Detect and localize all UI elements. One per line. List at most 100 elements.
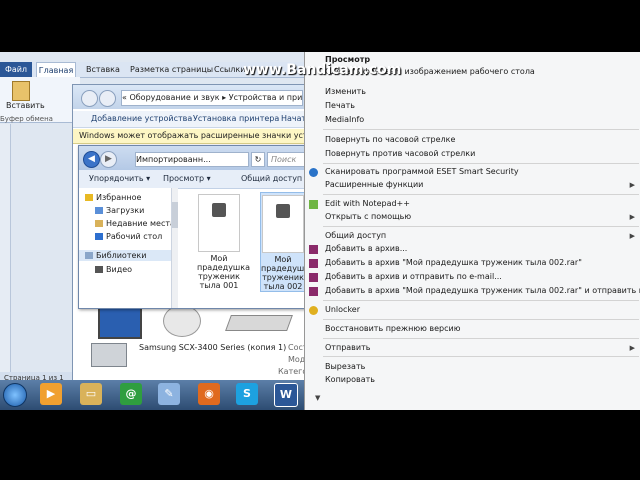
start-button[interactable] bbox=[3, 383, 27, 407]
add-device-button[interactable]: Добавление устройства bbox=[91, 113, 192, 125]
cp-toolbar: Добавление устройства Установка принтера… bbox=[73, 111, 306, 128]
menu-item-eset-scan[interactable]: Сканировать программой ESET Smart Securi… bbox=[325, 166, 519, 178]
forward-arrow-icon[interactable]: ▶ bbox=[100, 151, 117, 168]
submenu-arrow-icon: ▶ bbox=[629, 213, 635, 221]
photo-thumbnail bbox=[262, 195, 304, 253]
taskbar: ▶ ▭ @ ✎ ◉ S W bbox=[0, 380, 304, 410]
menu-item-send-to[interactable]: Отправить bbox=[325, 342, 370, 354]
nav-label: Рабочий стол bbox=[106, 232, 163, 241]
media-player-icon[interactable]: ▶ bbox=[40, 383, 62, 405]
share-button[interactable]: Общий доступ ▾ bbox=[241, 173, 309, 185]
tab-insert[interactable]: Вставка bbox=[86, 62, 120, 77]
explorer-address-bar[interactable]: Импортированн... bbox=[135, 152, 249, 167]
menu-item-unlocker[interactable]: Unlocker bbox=[325, 304, 360, 316]
menu-separator bbox=[323, 356, 639, 357]
cp-back-button[interactable] bbox=[81, 90, 98, 107]
nav-item-libraries[interactable]: Библиотеки bbox=[79, 250, 175, 261]
word-ribbon: Вставить Буфер обмена bbox=[0, 77, 80, 123]
winrar-icon bbox=[309, 259, 318, 268]
notepadpp-icon bbox=[309, 200, 318, 209]
preview-button[interactable]: Просмотр ▾ bbox=[163, 173, 211, 185]
menu-item-copy[interactable]: Копировать bbox=[325, 374, 375, 386]
menu-item-add-archive[interactable]: Добавить в архив... bbox=[325, 243, 407, 255]
winrar-icon bbox=[309, 273, 318, 282]
file-item[interactable]: Мой прадедушка труженик тыла 001 bbox=[197, 192, 250, 290]
menu-separator bbox=[323, 338, 639, 339]
tab-home[interactable]: Главная bbox=[36, 62, 76, 78]
menu-separator bbox=[323, 226, 639, 227]
nav-item-downloads[interactable]: Загрузки bbox=[95, 205, 144, 216]
refresh-icon[interactable]: ↻ bbox=[251, 152, 265, 167]
paste-button-label[interactable]: Вставить bbox=[6, 101, 45, 110]
printer-name[interactable]: Samsung SCX-3400 Series (копия 1) bbox=[139, 343, 286, 352]
monitor-device-icon[interactable] bbox=[98, 307, 142, 339]
menu-item-cut[interactable]: Вырезать bbox=[325, 361, 365, 373]
menu-item-rotate-ccw[interactable]: Повернуть против часовой стрелки bbox=[325, 148, 475, 160]
nav-scrollbar[interactable] bbox=[171, 188, 178, 308]
skype-icon[interactable]: S bbox=[236, 383, 258, 405]
explorer-folder-icon[interactable]: ▭ bbox=[80, 383, 102, 405]
pictures-icon[interactable]: ✎ bbox=[158, 383, 180, 405]
menu-item-share[interactable]: Общий доступ bbox=[325, 230, 386, 242]
clipboard-group-label: Буфер обмена bbox=[0, 115, 53, 123]
eset-icon bbox=[309, 168, 318, 177]
unlocker-icon bbox=[309, 306, 318, 315]
menu-separator bbox=[323, 163, 639, 164]
nav-label: Избранное bbox=[96, 193, 142, 202]
winrar-icon bbox=[309, 245, 318, 254]
menu-item-print[interactable]: Печать bbox=[325, 100, 355, 112]
cp-info-bar[interactable]: Windows может отображать расширенные зна… bbox=[73, 129, 311, 144]
paste-icon[interactable] bbox=[12, 81, 30, 101]
nav-label: Видео bbox=[106, 265, 133, 274]
nav-label: Загрузки bbox=[106, 206, 145, 215]
menu-item-rotate-cw[interactable]: Повернуть по часовой стрелке bbox=[325, 134, 455, 146]
word-file-tab[interactable]: Файл bbox=[0, 62, 32, 77]
submenu-arrow-icon: ▶ bbox=[629, 181, 635, 189]
nav-item-desktop[interactable]: Рабочий стол bbox=[95, 231, 162, 242]
nav-label: Библиотеки bbox=[96, 251, 147, 260]
menu-item-advanced[interactable]: Расширенные функции bbox=[325, 179, 423, 191]
organize-button[interactable]: Упорядочить ▾ bbox=[89, 173, 150, 185]
photo-thumbnail bbox=[198, 194, 240, 252]
cp-forward-button[interactable] bbox=[99, 90, 116, 107]
menu-item-edit[interactable]: Изменить bbox=[325, 86, 366, 98]
add-printer-button[interactable]: Установка принтера bbox=[193, 113, 279, 125]
menu-item-archive-email[interactable]: Добавить в архив и отправить по e-mail..… bbox=[325, 271, 502, 283]
file-item-selected[interactable]: Мой прадедушка труженик тыла 002 bbox=[260, 192, 314, 292]
nav-item-favorites[interactable]: Избранное bbox=[85, 192, 141, 203]
nav-item-video[interactable]: Видео bbox=[95, 264, 132, 275]
keyboard-device-icon[interactable] bbox=[225, 315, 293, 331]
tab-page-layout[interactable]: Разметка страницы bbox=[130, 62, 213, 77]
nav-label: Недавние места bbox=[106, 219, 175, 228]
printer-icon[interactable] bbox=[91, 343, 127, 367]
tab-references[interactable]: Ссылки bbox=[214, 62, 245, 77]
vertical-ruler bbox=[0, 124, 11, 374]
menu-item-notepadpp[interactable]: Edit with Notepad++ bbox=[325, 198, 410, 210]
firefox-icon[interactable]: ◉ bbox=[198, 383, 220, 405]
library-icon bbox=[85, 252, 93, 259]
menu-scroll-down-icon[interactable]: ▼ bbox=[315, 392, 320, 404]
nav-item-recent[interactable]: Недавние места bbox=[95, 218, 175, 229]
explorer-window: ◀ ▶ Импортированн... ↻ Поиск Упорядочить… bbox=[78, 145, 314, 309]
folder-icon bbox=[95, 207, 103, 214]
menu-item-archive-named-email[interactable]: Добавить в архив "Мой прадедушка тружени… bbox=[325, 285, 640, 297]
menu-separator bbox=[323, 300, 639, 301]
bandicam-watermark: www.Bandicam.com bbox=[243, 62, 402, 78]
menu-separator bbox=[323, 194, 639, 195]
cp-address-bar[interactable]: « Оборудование и звук ▸ Устройства и при… bbox=[121, 90, 303, 106]
star-icon bbox=[85, 194, 93, 201]
word-icon[interactable]: W bbox=[274, 383, 298, 407]
context-menu: Просмотр Сделать фоновым изображением ра… bbox=[304, 52, 640, 410]
back-arrow-icon[interactable]: ◀ bbox=[83, 151, 100, 168]
search-input[interactable]: Поиск bbox=[267, 152, 308, 167]
desktop-icon bbox=[95, 233, 103, 240]
mouse-device-icon[interactable] bbox=[163, 305, 201, 337]
explorer-toolbar: Упорядочить ▾ Просмотр ▾ Общий доступ ▾ bbox=[79, 170, 309, 189]
menu-item-add-archive-named[interactable]: Добавить в архив "Мой прадедушка тружени… bbox=[325, 257, 582, 269]
scroll-thumb[interactable] bbox=[172, 202, 178, 228]
menu-item-open-with[interactable]: Открыть с помощью bbox=[325, 211, 411, 223]
start-button-cp[interactable]: Начат bbox=[281, 113, 306, 125]
menu-item-mediainfo[interactable]: MediaInfo bbox=[325, 114, 364, 126]
menu-item-restore-version[interactable]: Восстановить прежнюю версию bbox=[325, 323, 460, 335]
qip-icon[interactable]: @ bbox=[120, 383, 142, 405]
